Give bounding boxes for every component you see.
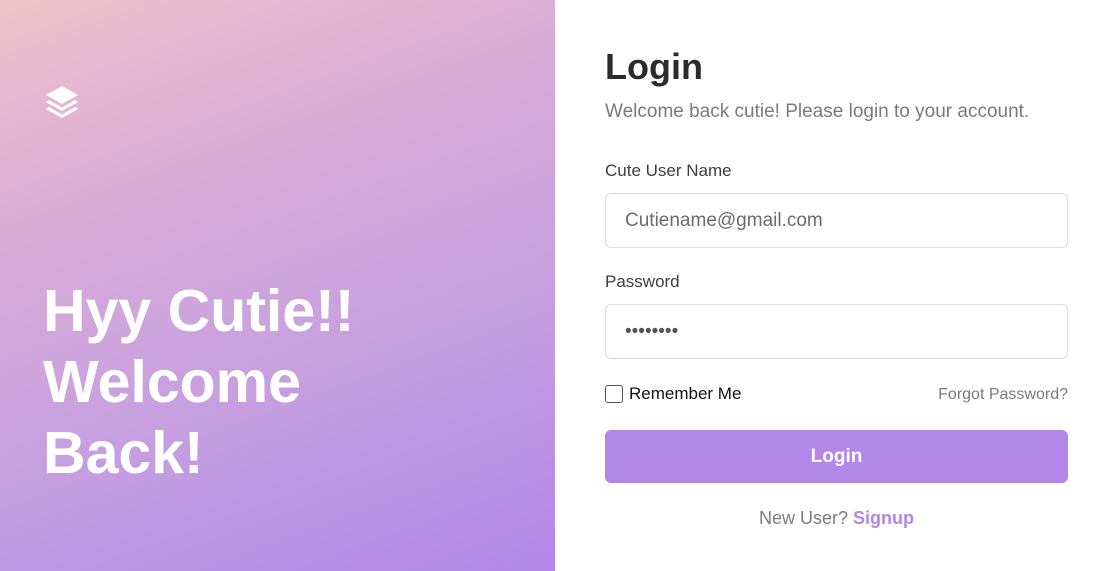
- remember-me-toggle[interactable]: Remember Me: [605, 384, 741, 404]
- remember-me-label: Remember Me: [629, 384, 742, 403]
- signup-link[interactable]: Signup: [853, 508, 914, 528]
- signup-row: New User? Signup: [605, 508, 1068, 529]
- hero-heading: Hyy Cutie!! Welcome Back!: [43, 276, 523, 489]
- hero-line: Hyy Cutie!!: [43, 278, 355, 344]
- page-title: Login: [605, 46, 703, 87]
- remember-me-checkbox[interactable]: [605, 385, 623, 403]
- new-user-text: New User?: [758, 508, 854, 528]
- login-button[interactable]: Login: [605, 430, 1068, 483]
- password-input[interactable]: [605, 304, 1068, 359]
- login-panel: Login Welcome back cutie! Please login t…: [555, 0, 1115, 571]
- username-label: Cute User Name: [605, 161, 732, 180]
- hero-line: Back!: [43, 420, 204, 486]
- hero-panel: Hyy Cutie!! Welcome Back!: [0, 0, 555, 571]
- username-input[interactable]: [605, 193, 1068, 248]
- forgot-password-link[interactable]: Forgot Password?: [938, 386, 1068, 404]
- page-subtitle: Welcome back cutie! Please login to your…: [605, 101, 1030, 122]
- password-label: Password: [605, 272, 680, 291]
- hero-line: Welcome: [43, 349, 301, 415]
- layers-icon: [46, 86, 78, 118]
